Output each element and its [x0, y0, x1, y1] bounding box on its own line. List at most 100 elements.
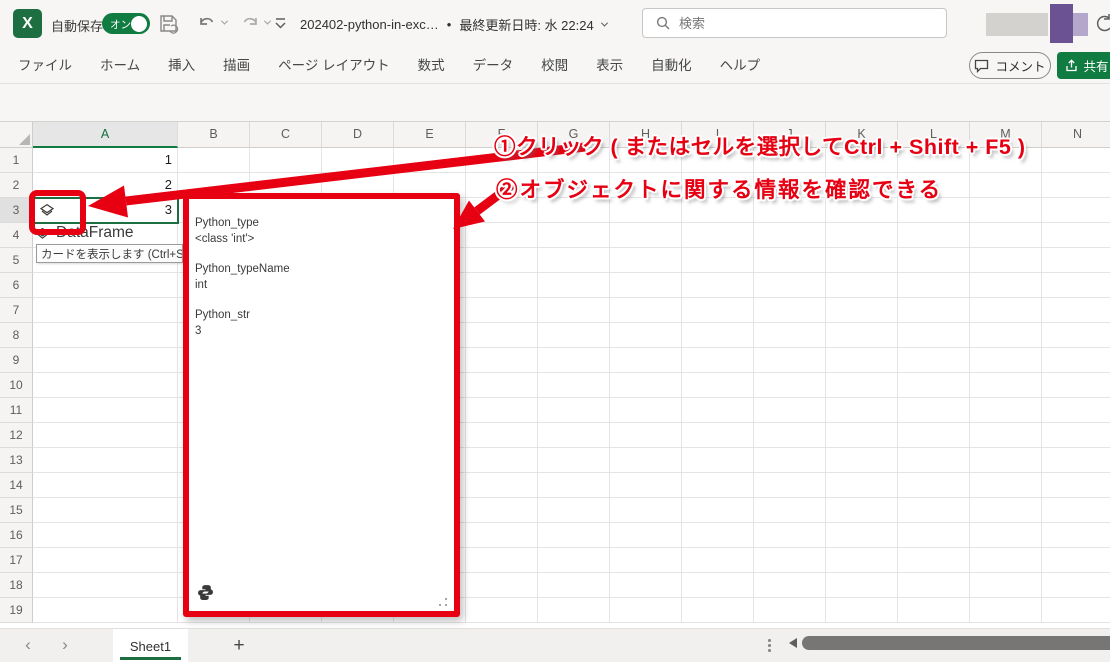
cell-F4[interactable]: [466, 223, 538, 248]
cell-D1[interactable]: [322, 148, 394, 173]
cell-K6[interactable]: [826, 273, 898, 298]
ribbon-tab-データ[interactable]: データ: [459, 48, 528, 83]
cell-M4[interactable]: [970, 223, 1042, 248]
row-header-15[interactable]: 15: [0, 498, 33, 523]
cell-G8[interactable]: [538, 323, 610, 348]
cell-J4[interactable]: [754, 223, 826, 248]
cell-A7[interactable]: [33, 298, 178, 323]
autosave-toggle[interactable]: オン: [102, 13, 150, 34]
cell-N12[interactable]: [1042, 423, 1110, 448]
cell-A16[interactable]: [33, 523, 178, 548]
cell-N4[interactable]: [1042, 223, 1110, 248]
cell-F5[interactable]: [466, 248, 538, 273]
ribbon-tab-校閲[interactable]: 校閲: [527, 48, 582, 83]
cell-M2[interactable]: [970, 173, 1042, 198]
column-header-B[interactable]: B: [178, 122, 250, 148]
title-dropdown-chevron[interactable]: [601, 20, 608, 27]
redo-dropdown-chevron[interactable]: [264, 18, 271, 25]
cell-G12[interactable]: [538, 423, 610, 448]
cell-J15[interactable]: [754, 498, 826, 523]
cell-I12[interactable]: [682, 423, 754, 448]
cell-M7[interactable]: [970, 298, 1042, 323]
cell-M9[interactable]: [970, 348, 1042, 373]
cell-H5[interactable]: [610, 248, 682, 273]
row-header-6[interactable]: 6: [0, 273, 33, 298]
cell-A19[interactable]: [33, 598, 178, 623]
cell-A13[interactable]: [33, 448, 178, 473]
cell-I9[interactable]: [682, 348, 754, 373]
cell-F16[interactable]: [466, 523, 538, 548]
sheet-tab-active[interactable]: Sheet1: [113, 629, 188, 662]
sheet-nav-right-icon[interactable]: ›: [55, 635, 75, 655]
cell-F18[interactable]: [466, 573, 538, 598]
cell-A10[interactable]: [33, 373, 178, 398]
cell-L7[interactable]: [898, 298, 970, 323]
cell-G16[interactable]: [538, 523, 610, 548]
cell-H4[interactable]: [610, 223, 682, 248]
cell-F11[interactable]: [466, 398, 538, 423]
cell-F13[interactable]: [466, 448, 538, 473]
cell-I14[interactable]: [682, 473, 754, 498]
row-header-14[interactable]: 14: [0, 473, 33, 498]
cell-L14[interactable]: [898, 473, 970, 498]
cell-M3[interactable]: [970, 198, 1042, 223]
save-icon[interactable]: [158, 13, 179, 34]
cell-L9[interactable]: [898, 348, 970, 373]
cell-I4[interactable]: [682, 223, 754, 248]
cell-K19[interactable]: [826, 598, 898, 623]
cell-N19[interactable]: [1042, 598, 1110, 623]
cell-J16[interactable]: [754, 523, 826, 548]
cell-N14[interactable]: [1042, 473, 1110, 498]
cell-N16[interactable]: [1042, 523, 1110, 548]
cell-G14[interactable]: [538, 473, 610, 498]
undo-dropdown-chevron[interactable]: [221, 18, 228, 25]
cell-G4[interactable]: [538, 223, 610, 248]
column-header-D[interactable]: D: [322, 122, 394, 148]
cell-N11[interactable]: [1042, 398, 1110, 423]
cell-G19[interactable]: [538, 598, 610, 623]
cell-N7[interactable]: [1042, 298, 1110, 323]
comments-button[interactable]: コメント: [969, 52, 1051, 79]
row-header-11[interactable]: 11: [0, 398, 33, 423]
cell-J6[interactable]: [754, 273, 826, 298]
cell-J17[interactable]: [754, 548, 826, 573]
row-header-12[interactable]: 12: [0, 423, 33, 448]
cell-N17[interactable]: [1042, 548, 1110, 573]
cell-B1[interactable]: [178, 148, 250, 173]
column-header-C[interactable]: C: [250, 122, 322, 148]
cell-E1[interactable]: [394, 148, 466, 173]
cell-L8[interactable]: [898, 323, 970, 348]
cell-M8[interactable]: [970, 323, 1042, 348]
cell-F6[interactable]: [466, 273, 538, 298]
cell-A8[interactable]: [33, 323, 178, 348]
cell-H14[interactable]: [610, 473, 682, 498]
cell-M18[interactable]: [970, 573, 1042, 598]
cell-A14[interactable]: [33, 473, 178, 498]
ribbon-tab-数式[interactable]: 数式: [404, 48, 459, 83]
cell-N18[interactable]: [1042, 573, 1110, 598]
cell-J14[interactable]: [754, 473, 826, 498]
row-header-16[interactable]: 16: [0, 523, 33, 548]
cell-L19[interactable]: [898, 598, 970, 623]
excel-app-icon[interactable]: X: [13, 9, 42, 38]
cell-A11[interactable]: [33, 398, 178, 423]
cell-I19[interactable]: [682, 598, 754, 623]
cell-J19[interactable]: [754, 598, 826, 623]
cell-I16[interactable]: [682, 523, 754, 548]
cell-M10[interactable]: [970, 373, 1042, 398]
cell-M6[interactable]: [970, 273, 1042, 298]
document-title-strip[interactable]: 202402-python-in-exc… • 最終更新日時: 水 22:24: [300, 15, 607, 34]
column-header-N[interactable]: N: [1042, 122, 1110, 148]
cell-A18[interactable]: [33, 573, 178, 598]
sheetbar-more-menu[interactable]: [768, 639, 771, 652]
cell-G15[interactable]: [538, 498, 610, 523]
row-header-10[interactable]: 10: [0, 373, 33, 398]
cell-G13[interactable]: [538, 448, 610, 473]
hscroll-left-arrow[interactable]: [789, 638, 797, 648]
cell-M15[interactable]: [970, 498, 1042, 523]
cell-A12[interactable]: [33, 423, 178, 448]
card-resize-handle[interactable]: [439, 598, 447, 606]
cell-M5[interactable]: [970, 248, 1042, 273]
cell-A15[interactable]: [33, 498, 178, 523]
cell-C1[interactable]: [250, 148, 322, 173]
